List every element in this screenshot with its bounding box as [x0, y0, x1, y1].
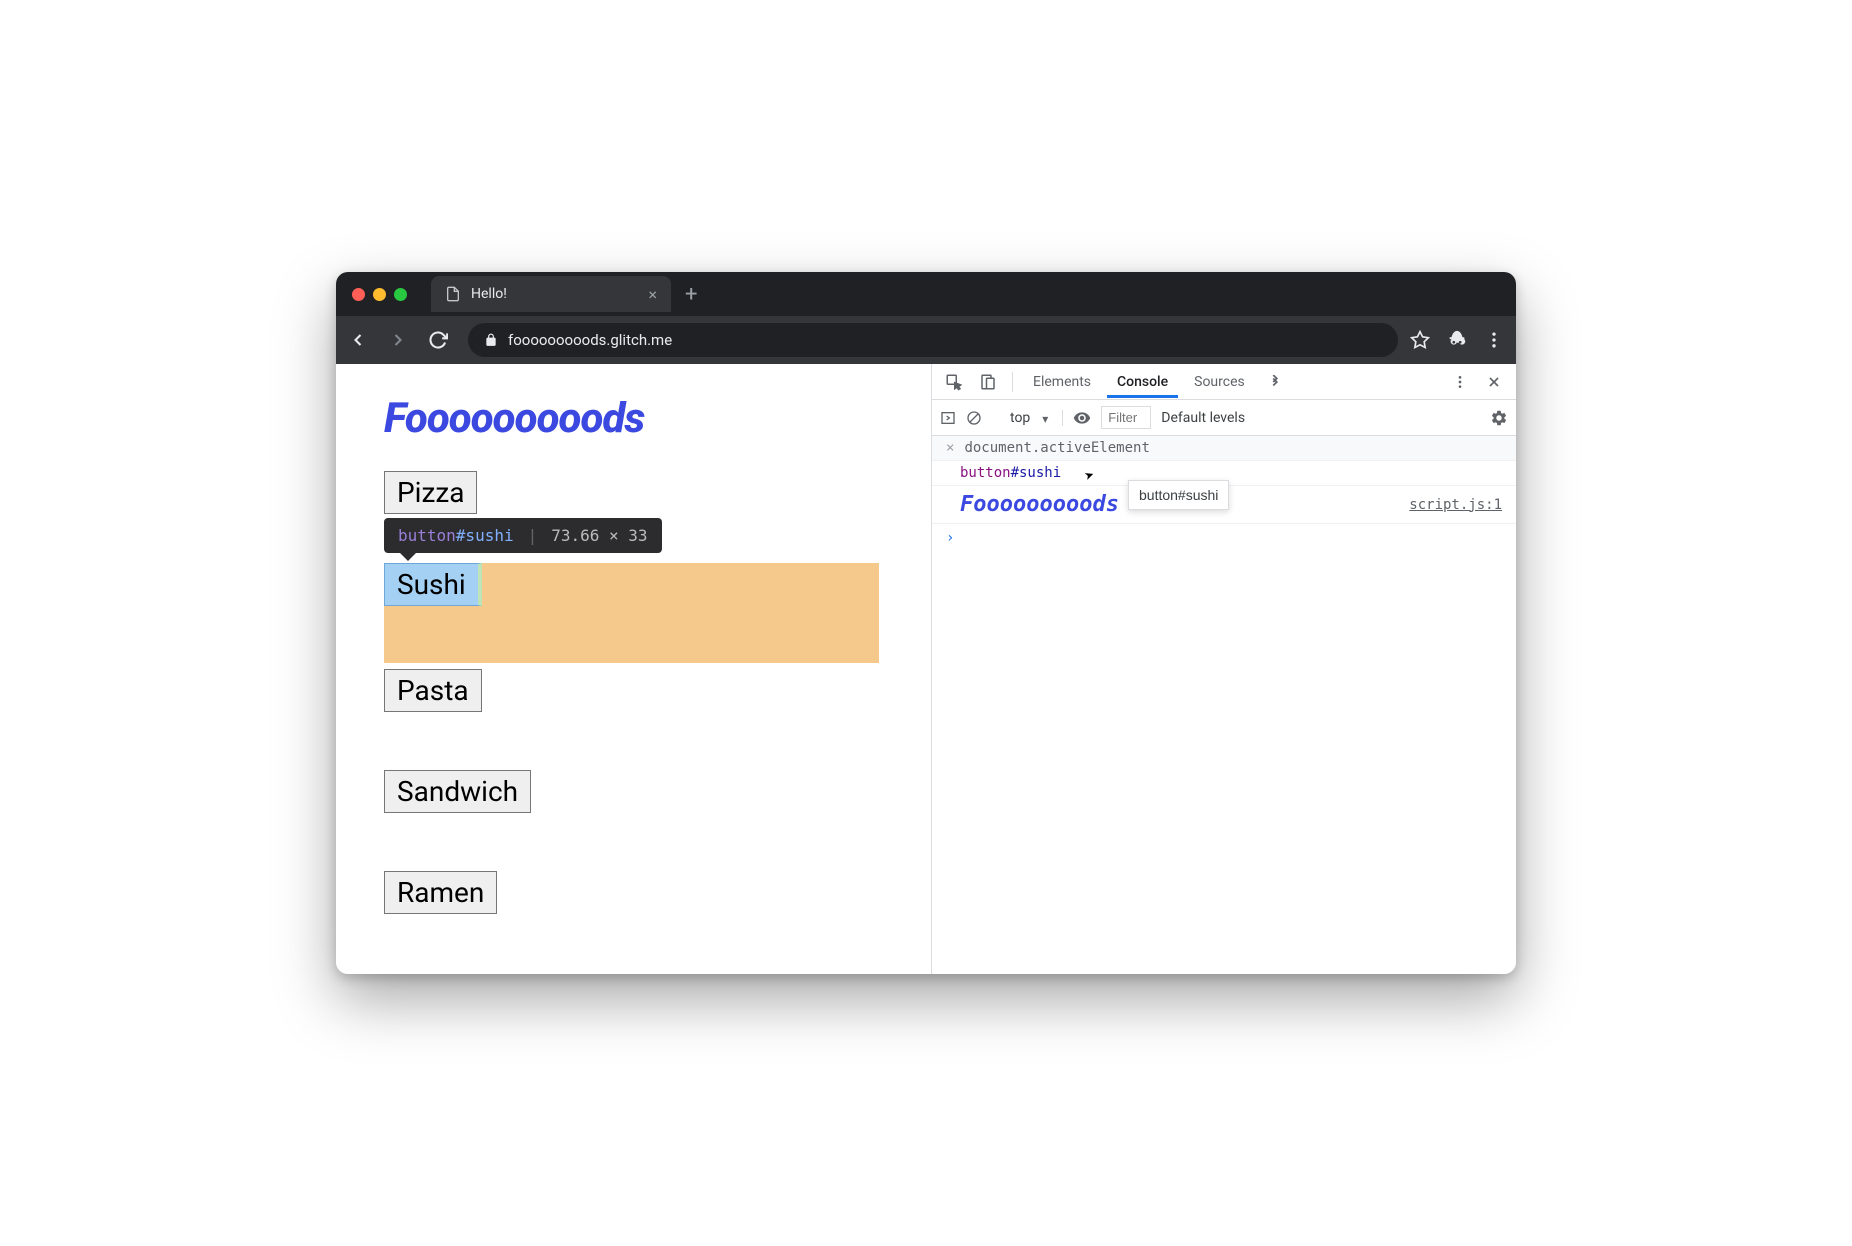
- tooltip-id: #sushi: [456, 526, 514, 545]
- inspect-element-icon[interactable]: [940, 368, 968, 396]
- browser-tab[interactable]: Hello! ×: [431, 276, 671, 312]
- minimize-window-button[interactable]: [373, 288, 386, 301]
- window-titlebar: Hello! × +: [336, 272, 1516, 316]
- filter-input[interactable]: [1101, 406, 1151, 429]
- food-button-pizza[interactable]: Pizza: [384, 471, 477, 514]
- url-text: fooooooooods.glitch.me: [508, 331, 672, 349]
- reload-button[interactable]: [428, 330, 456, 350]
- device-toolbar-icon[interactable]: [974, 368, 1002, 396]
- devtools-panel: Elements Console Sources: [931, 364, 1516, 974]
- context-value: top: [1002, 406, 1054, 430]
- live-expression-text: document.activeElement: [964, 440, 1149, 456]
- close-window-button[interactable]: [352, 288, 365, 301]
- devtools-menu-icon[interactable]: [1446, 368, 1474, 396]
- remove-expression-icon[interactable]: ×: [946, 440, 954, 456]
- forward-button[interactable]: [388, 330, 416, 350]
- console-output: × document.activeElement button#sushi Fo…: [932, 436, 1516, 974]
- back-button[interactable]: [348, 330, 376, 350]
- tab-console[interactable]: Console: [1107, 366, 1178, 398]
- food-button-sushi[interactable]: Sushi: [384, 563, 482, 606]
- menu-icon[interactable]: [1484, 330, 1504, 350]
- close-devtools-icon[interactable]: [1480, 368, 1508, 396]
- tab-title: Hello!: [471, 286, 507, 302]
- live-expression-icon[interactable]: [1073, 409, 1091, 427]
- live-expression-row[interactable]: × document.activeElement: [932, 436, 1516, 461]
- food-button-pasta[interactable]: Pasta: [384, 669, 482, 712]
- address-bar[interactable]: fooooooooods.glitch.me: [468, 323, 1398, 357]
- close-tab-icon[interactable]: ×: [648, 285, 657, 304]
- tab-sources[interactable]: Sources: [1184, 366, 1255, 398]
- bookmark-star-icon[interactable]: [1410, 330, 1430, 350]
- food-button-ramen[interactable]: Ramen: [384, 871, 497, 914]
- tab-elements[interactable]: Elements: [1023, 366, 1101, 398]
- more-tabs-icon[interactable]: [1261, 368, 1289, 396]
- browser-window: Hello! × + fooooooooods.glitch.me: [336, 272, 1516, 974]
- log-source-link[interactable]: script.js:1: [1409, 497, 1502, 513]
- window-controls: [352, 288, 407, 301]
- browser-toolbar: fooooooooods.glitch.me: [336, 316, 1516, 364]
- result-id: #sushi: [1011, 465, 1062, 481]
- console-prompt[interactable]: ›: [932, 524, 1516, 552]
- hover-tooltip: button#sushi: [1128, 480, 1229, 510]
- element-inspect-tooltip: button#sushi | 73.66 × 33: [384, 518, 662, 553]
- content-area: Fooooooooods Pizza button#sushi | 73.66 …: [336, 364, 1516, 974]
- console-settings-icon[interactable]: [1490, 409, 1508, 427]
- food-button-sandwich[interactable]: Sandwich: [384, 770, 531, 813]
- tooltip-tag: button: [398, 526, 456, 545]
- context-selector[interactable]: top: [1002, 410, 1063, 426]
- console-sidebar-toggle-icon[interactable]: [940, 410, 956, 426]
- tooltip-dimensions: 73.66 × 33: [551, 526, 647, 545]
- new-tab-button[interactable]: +: [685, 282, 697, 307]
- toolbar-right: [1410, 329, 1504, 351]
- element-highlight-overlay: Sushi: [384, 563, 879, 663]
- devtools-tabbar: Elements Console Sources: [932, 364, 1516, 400]
- log-levels-selector[interactable]: Default levels: [1161, 410, 1245, 426]
- incognito-icon[interactable]: [1446, 329, 1468, 351]
- clear-console-icon[interactable]: [966, 410, 982, 426]
- console-toolbar: top Default levels: [932, 400, 1516, 436]
- result-tag: button: [960, 465, 1011, 481]
- file-icon: [445, 286, 461, 302]
- browser-tabs: Hello! × +: [431, 276, 1500, 312]
- page-heading: Fooooooooods: [384, 394, 883, 443]
- lock-icon: [484, 333, 498, 347]
- log-message: Fooooooooods: [960, 492, 1119, 517]
- webpage-viewport: Fooooooooods Pizza button#sushi | 73.66 …: [336, 364, 931, 974]
- maximize-window-button[interactable]: [394, 288, 407, 301]
